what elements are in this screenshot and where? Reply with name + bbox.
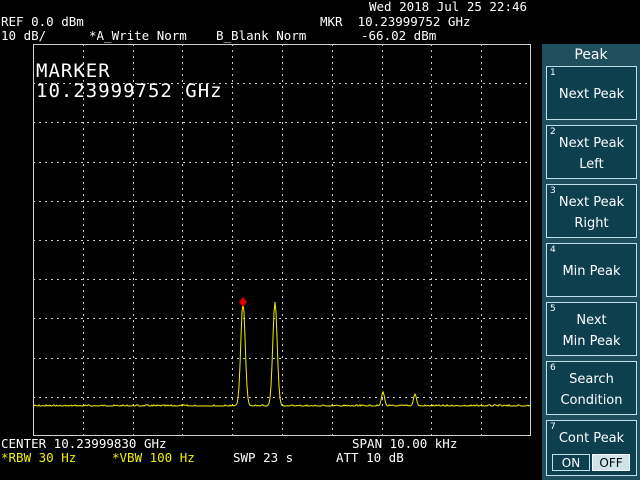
softkey-search-condition[interactable]: 6 Search Condition bbox=[546, 361, 637, 415]
sweep-time-label: SWP 23 s bbox=[233, 450, 294, 465]
spectrum-display: MARKER 10.23999752 GHz bbox=[33, 44, 531, 436]
softkey-label-line1: Next bbox=[576, 313, 607, 328]
rbw-label: *RBW 30 Hz bbox=[1, 450, 77, 465]
marker-frequency-label: MKR 10.23999752 GHz bbox=[320, 14, 471, 29]
softkey-label-line1: Search bbox=[569, 372, 614, 387]
graticule-grid bbox=[33, 44, 531, 436]
softkey-label-line1: Next Peak bbox=[558, 195, 625, 210]
softkey-number: 4 bbox=[550, 245, 556, 255]
softkey-next-peak[interactable]: 1 Next Peak bbox=[546, 66, 637, 120]
vbw-label: *VBW 100 Hz bbox=[112, 450, 195, 465]
marker-title: MARKER bbox=[36, 60, 111, 82]
marker-amplitude-label: -66.02 dBm bbox=[361, 28, 437, 43]
cont-peak-on-toggle[interactable]: ON bbox=[552, 454, 590, 471]
softkey-cont-peak[interactable]: 7 Cont Peak ON OFF bbox=[546, 420, 637, 476]
softkey-label-line2: Min Peak bbox=[562, 334, 621, 349]
attenuation-label: ATT 10 dB bbox=[336, 450, 404, 465]
datetime-label: Wed 2018 Jul 25 22:46 bbox=[369, 0, 528, 14]
softkey-min-peak[interactable]: 4 Min Peak bbox=[546, 243, 637, 297]
trace-b-label: B_Blank Norm bbox=[216, 28, 307, 43]
softkey-panel: Peak 1 Next Peak 2 Next Peak Left 3 Next… bbox=[542, 44, 640, 480]
softkey-label-line1: Next Peak bbox=[558, 136, 625, 151]
softkey-label: Min Peak bbox=[562, 264, 621, 279]
softkey-label: Cont Peak bbox=[558, 431, 625, 446]
span-label: SPAN 10.00 kHz bbox=[352, 436, 458, 451]
trace-a-line bbox=[33, 301, 531, 407]
softkey-label-line2: Condition bbox=[560, 393, 623, 408]
spectrum-graticule bbox=[33, 44, 531, 436]
marker-frequency-readout: 10.23999752 GHz bbox=[36, 80, 223, 102]
trace-a-label: *A_Write Norm bbox=[89, 28, 187, 43]
softkey-number: 1 bbox=[550, 68, 556, 78]
ref-level-label: REF 0.0 dBm bbox=[1, 14, 84, 29]
softkey-label: Next Peak bbox=[558, 87, 625, 102]
softkey-next-min-peak[interactable]: 5 Next Min Peak bbox=[546, 302, 637, 356]
softkey-label-line2: Left bbox=[579, 157, 604, 172]
cont-peak-off-toggle[interactable]: OFF bbox=[592, 454, 630, 471]
scale-label: 10 dB/ bbox=[1, 28, 47, 43]
softkey-menu-title: Peak bbox=[542, 44, 640, 66]
softkey-next-peak-right[interactable]: 3 Next Peak Right bbox=[546, 184, 637, 238]
softkey-label-line2: Right bbox=[574, 216, 609, 231]
status-header: Wed 2018 Jul 25 22:46 REF 0.0 dBm 10 dB/… bbox=[0, 0, 542, 44]
center-frequency-label: CENTER 10.23999830 GHz bbox=[1, 436, 167, 451]
softkey-next-peak-left[interactable]: 2 Next Peak Left bbox=[546, 125, 637, 179]
marker-diamond-icon[interactable] bbox=[239, 297, 247, 307]
graticule-border bbox=[33, 44, 531, 436]
